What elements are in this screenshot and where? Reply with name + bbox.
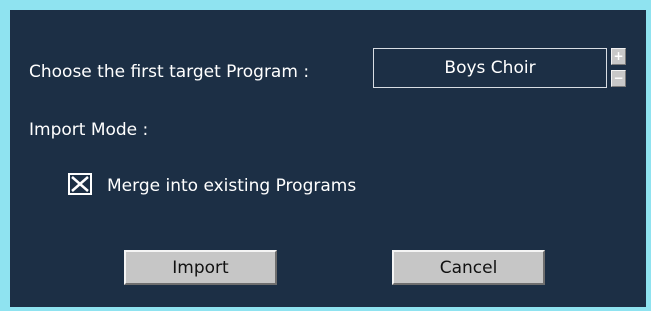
import-mode-label: Import Mode :	[29, 120, 149, 140]
target-program-field[interactable]: Boys Choir	[373, 48, 607, 88]
checkmark-x-icon	[71, 176, 89, 192]
merge-checkbox-label[interactable]: Merge into existing Programs	[107, 176, 356, 196]
minus-icon: −	[613, 71, 624, 85]
cancel-button[interactable]: Cancel	[392, 250, 545, 285]
import-dialog: Choose the first target Program : Boys C…	[0, 0, 651, 311]
program-decrement-button[interactable]: −	[611, 70, 626, 87]
import-button[interactable]: Import	[124, 250, 277, 285]
target-program-label: Choose the first target Program :	[29, 62, 310, 82]
program-increment-button[interactable]: +	[611, 48, 626, 65]
plus-icon: +	[613, 49, 624, 63]
merge-checkbox[interactable]	[68, 173, 92, 195]
